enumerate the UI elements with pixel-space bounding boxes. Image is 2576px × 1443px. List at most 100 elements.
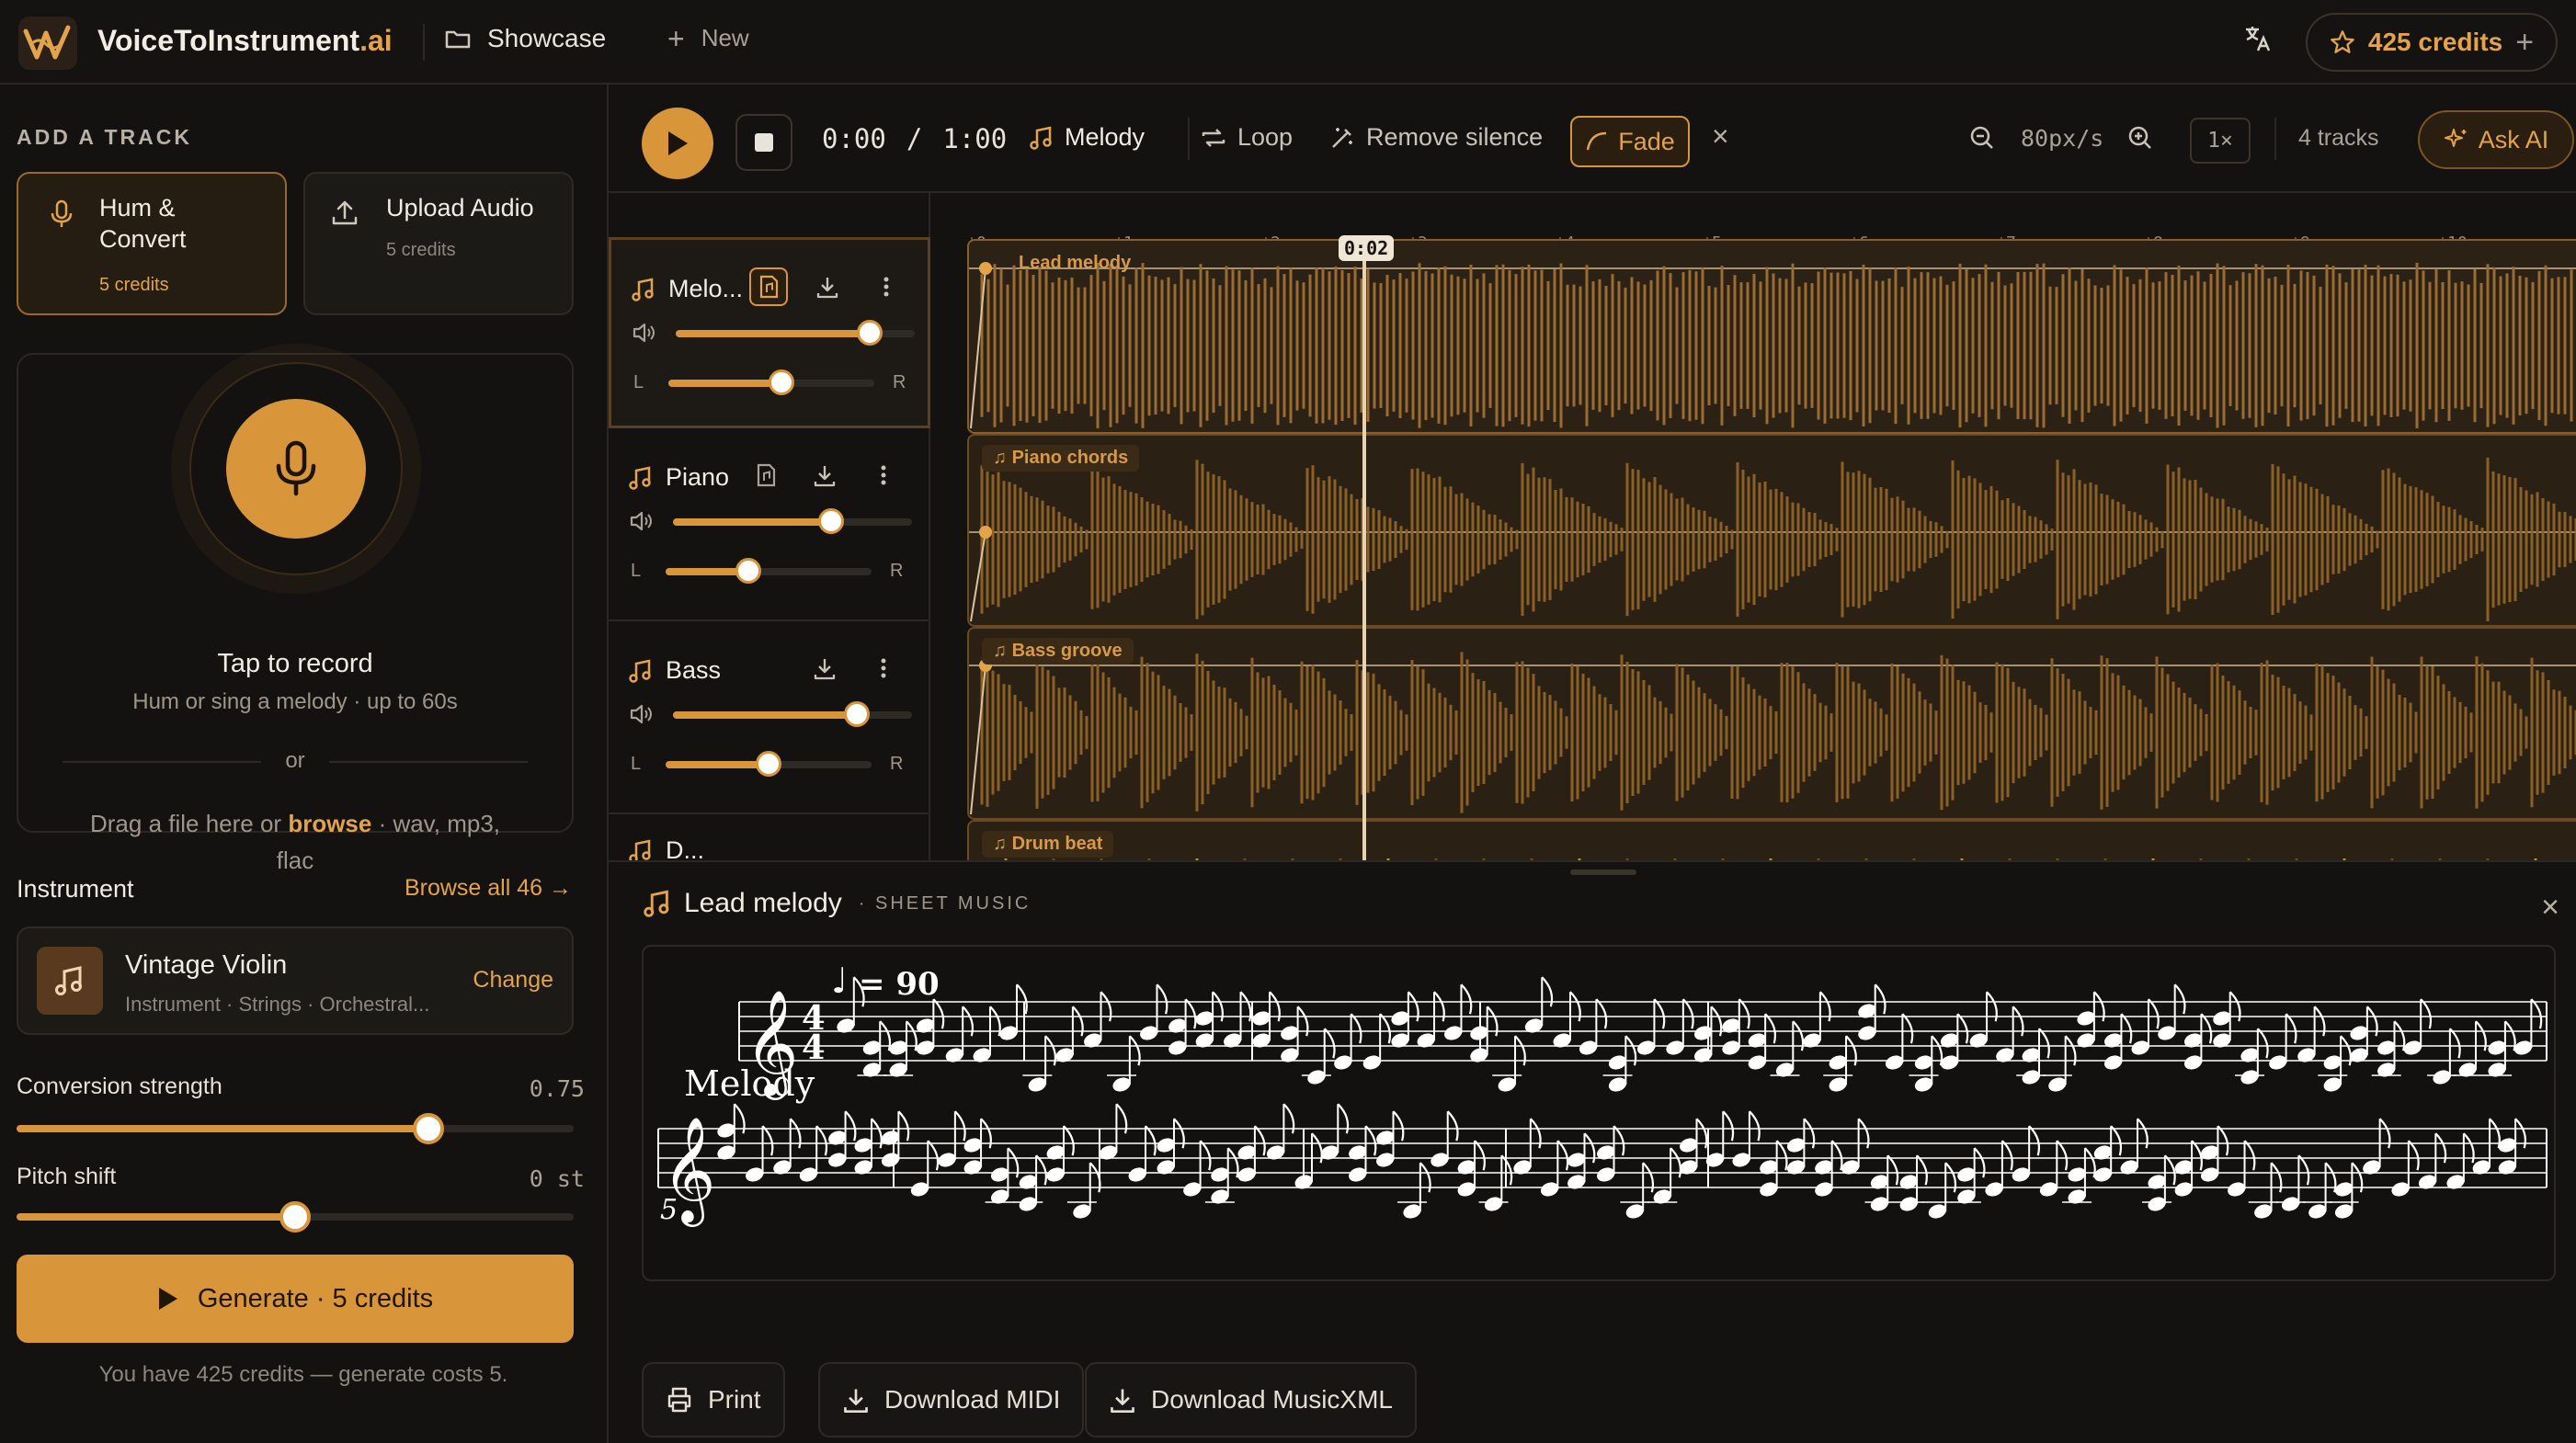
track-header-melody[interactable]: Melo... L R xyxy=(609,237,930,428)
note-flag xyxy=(1874,983,1886,1015)
ask-ai-button[interactable]: Ask AI xyxy=(2418,110,2574,169)
volume-slider[interactable] xyxy=(673,701,912,727)
printer-icon xyxy=(667,1387,691,1413)
credits-button[interactable]: 425 credits + xyxy=(2306,13,2558,72)
drag-hint: Drag a file here or browse · wav, mp3, f… xyxy=(18,805,572,879)
lane-piano-chords[interactable]: ♫ Piano chords xyxy=(967,434,2576,627)
remove-silence-button[interactable]: Remove silence xyxy=(1329,123,1543,152)
print-button[interactable]: Print xyxy=(642,1362,785,1437)
record-button[interactable] xyxy=(226,399,366,539)
browse-link[interactable]: browse xyxy=(288,810,371,837)
score-svg: ♩ = 90 Melody 5 𝄞 44 𝄞 xyxy=(657,960,2548,1227)
loop-button[interactable]: Loop xyxy=(1201,123,1293,152)
note-flag xyxy=(1474,1140,1486,1171)
play-icon xyxy=(668,131,688,155)
volume-knob[interactable] xyxy=(856,320,883,346)
record-area: Tap to record Hum or sing a melody · up … xyxy=(17,353,574,874)
pan-slider[interactable] xyxy=(668,369,874,395)
generate-button[interactable]: Generate · 5 credits xyxy=(17,1255,574,1343)
note-flag xyxy=(1613,1125,1625,1156)
playhead[interactable] xyxy=(1362,237,1366,860)
close-fade-icon[interactable]: × xyxy=(1712,119,1729,153)
track-header-drums[interactable]: D... xyxy=(609,814,930,860)
sheet-music-icon[interactable] xyxy=(749,267,788,306)
pan-knob[interactable] xyxy=(756,751,781,777)
hum-convert-card[interactable]: Hum & Convert 5 credits xyxy=(17,172,287,315)
brand-name[interactable]: VoiceToInstrument.ai xyxy=(97,24,393,58)
note-flag xyxy=(1364,1125,1377,1156)
resize-handle[interactable] xyxy=(1570,869,1636,875)
speed-button[interactable]: 1× xyxy=(2190,118,2251,164)
lane-lead-melody[interactable]: Lead melody xyxy=(967,239,2576,434)
stop-button[interactable] xyxy=(735,114,792,171)
browse-all-link[interactable]: Browse all 46 → xyxy=(405,875,572,902)
brand-suffix: .ai xyxy=(359,24,393,57)
upload-audio-card[interactable]: Upload Audio 5 credits xyxy=(303,172,574,315)
note-flag xyxy=(2243,1140,2256,1171)
volume-slider[interactable] xyxy=(676,320,915,346)
download-musicxml-label: Download MusicXML xyxy=(1151,1385,1393,1414)
pan-knob[interactable] xyxy=(735,558,761,584)
more-options-icon[interactable] xyxy=(864,456,903,494)
volume-slider[interactable] xyxy=(673,508,912,534)
download-midi-button[interactable]: Download MIDI xyxy=(818,1362,1085,1437)
note-flag xyxy=(2297,1154,2310,1186)
fade-handle[interactable] xyxy=(979,262,992,275)
note-flag xyxy=(2217,1125,2229,1156)
translate-icon[interactable] xyxy=(2243,24,2273,61)
fade-button[interactable]: Fade xyxy=(1570,116,1690,167)
note-flag xyxy=(2285,1013,2297,1044)
note-flag xyxy=(1738,998,1750,1029)
credits-label: 425 credits xyxy=(2367,28,2503,56)
hum-convert-credits: 5 credits xyxy=(99,275,169,295)
sheet-music-icon[interactable] xyxy=(747,456,785,494)
play-button[interactable] xyxy=(642,108,713,179)
volume-knob[interactable] xyxy=(817,508,844,534)
download-icon[interactable] xyxy=(805,456,844,494)
zoom-in-button[interactable] xyxy=(2127,125,2153,151)
sparkle-icon xyxy=(2444,129,2467,147)
conversion-fill xyxy=(17,1125,429,1132)
nav-new[interactable]: + New xyxy=(667,24,749,53)
lane-label: Bass groove xyxy=(1011,641,1123,661)
zoom-out-button[interactable] xyxy=(1969,125,1995,151)
nav-showcase[interactable]: Showcase xyxy=(445,24,606,53)
note-flag xyxy=(1764,1013,1777,1044)
zoom-in-icon xyxy=(2128,126,2151,149)
pitch-knob[interactable] xyxy=(279,1201,311,1233)
pan-knob[interactable] xyxy=(769,369,795,395)
note-flag xyxy=(1886,1154,1899,1186)
download-musicxml-button[interactable]: Download MusicXML xyxy=(1085,1362,1417,1437)
nav-showcase-label: Showcase xyxy=(487,24,607,52)
close-icon[interactable]: × xyxy=(2541,890,2559,926)
logo-icon[interactable] xyxy=(18,17,77,70)
download-icon[interactable] xyxy=(808,267,847,306)
volume-knob[interactable] xyxy=(844,701,871,727)
pan-slider[interactable] xyxy=(666,558,872,584)
change-instrument-button[interactable]: Change xyxy=(473,967,553,994)
note-flag xyxy=(1595,998,1608,1029)
fade-handle[interactable] xyxy=(979,526,992,539)
music-note-icon xyxy=(629,465,651,490)
download-icon[interactable] xyxy=(805,649,844,687)
conversion-strength-slider[interactable] xyxy=(17,1113,574,1144)
instrument-card[interactable]: Vintage Violin Instrument · Strings · Or… xyxy=(17,926,574,1035)
pan-left-label: L xyxy=(631,561,642,581)
note-flag xyxy=(1379,1013,1392,1044)
time-separator: / xyxy=(906,123,923,154)
conversion-knob[interactable] xyxy=(413,1113,445,1144)
pitch-shift-slider[interactable] xyxy=(17,1201,574,1233)
pan-slider[interactable] xyxy=(666,751,872,777)
record-title: Tap to record xyxy=(217,649,373,678)
melody-button[interactable]: Melody xyxy=(1030,123,1145,152)
track-name: Piano xyxy=(629,463,729,492)
lane-drum-beat[interactable]: ♫ Drum beat xyxy=(967,820,2576,860)
track-header-bass[interactable]: Bass L R xyxy=(609,621,930,814)
mic-icon xyxy=(276,440,316,496)
add-credits-icon: + xyxy=(2515,24,2535,60)
more-options-icon[interactable] xyxy=(867,267,906,306)
lane-bass-groove[interactable]: ♫ Bass groove xyxy=(967,627,2576,820)
track-header-piano[interactable]: Piano L R xyxy=(609,428,930,621)
more-options-icon[interactable] xyxy=(864,649,903,687)
music-note-icon xyxy=(55,966,82,995)
